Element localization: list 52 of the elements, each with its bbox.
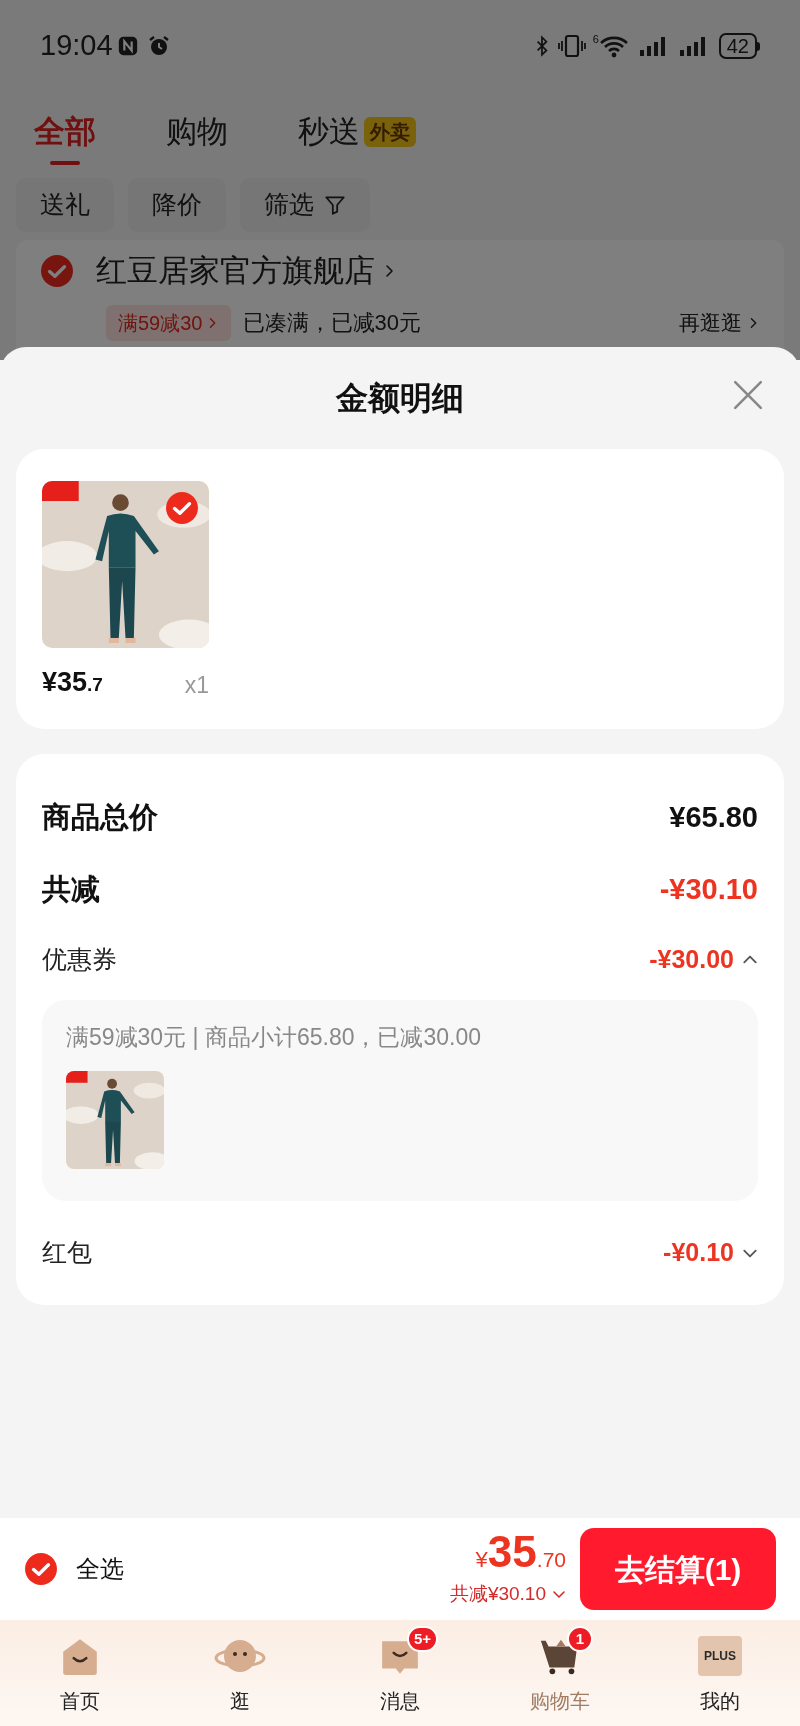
checkbox[interactable] — [40, 254, 74, 289]
total-price: 35 — [487, 1529, 537, 1574]
nav-item[interactable]: PLUS 我的 — [640, 1620, 800, 1726]
total-price-decimal: .70 — [536, 1548, 566, 1570]
battery-tip — [757, 41, 760, 51]
row-label: 共减 — [42, 872, 100, 908]
wifi-label: 6 — [592, 34, 599, 45]
bluetooth-icon — [534, 35, 549, 57]
promo-text: 已凑满，已减30元 — [242, 309, 421, 337]
nav-item[interactable]: 首页 — [0, 1620, 160, 1726]
checkbox[interactable] — [24, 1552, 58, 1586]
nfc-icon — [116, 35, 139, 57]
sheet-title: 金额明细 — [336, 379, 464, 418]
row-label: 商品总价 — [42, 800, 158, 836]
checkout-button[interactable]: 去结算(1) — [580, 1528, 776, 1610]
tab[interactable]: 秒送 — [298, 108, 360, 156]
nav-item[interactable]: 逛 — [160, 1620, 320, 1726]
tab-underline — [50, 161, 80, 166]
row-value: ¥65.80 — [669, 800, 758, 836]
item-price: ¥35 — [42, 666, 88, 699]
filter-chip[interactable]: 降价 — [128, 178, 226, 232]
row-label: 红包 — [42, 1236, 92, 1268]
battery-indicator: 42 — [718, 33, 757, 59]
checkbox[interactable] — [165, 491, 199, 525]
row-value: -¥0.10 — [663, 1236, 734, 1268]
item-quantity: x1 — [184, 671, 209, 700]
item-price-decimal: .7 — [87, 674, 103, 697]
tab[interactable]: 全部 — [34, 108, 96, 156]
select-all-label[interactable]: 全选 — [76, 1551, 124, 1587]
nav-item[interactable]: 5+ 消息 — [320, 1620, 480, 1726]
tab[interactable]: 购物 — [166, 108, 228, 156]
row-value: -¥30.10 — [659, 872, 758, 908]
more-link[interactable]: 再逛逛 — [679, 306, 742, 339]
promo-tag[interactable]: 满59减30 — [106, 304, 231, 341]
wifi-icon — [598, 34, 629, 58]
row-value: -¥30.00 — [649, 944, 734, 976]
close-icon[interactable] — [732, 379, 764, 411]
coupon-detail-text: 满59减30元 | 商品小计65.80，已减30.00 — [66, 1023, 483, 1052]
plus-icon: PLUS — [698, 1636, 742, 1676]
savings-text[interactable]: 共减¥30.10 — [449, 1579, 546, 1609]
notification-badge: 5+ — [407, 1626, 439, 1652]
vibrate-icon — [556, 34, 587, 58]
store-name[interactable]: 红豆居家官方旗舰店 — [96, 248, 375, 295]
currency-symbol: ¥ — [475, 1548, 488, 1571]
row-label: 优惠券 — [42, 944, 117, 976]
filter-chip[interactable]: 筛选 — [240, 178, 370, 232]
nav-item[interactable]: 1 购物车 — [480, 1620, 640, 1726]
filter-chip[interactable]: 送礼 — [16, 178, 114, 232]
status-time: 19:04 — [40, 28, 113, 64]
notification-badge: 1 — [567, 1626, 593, 1652]
filter-icon — [324, 194, 346, 216]
tag: 外卖 — [364, 117, 416, 147]
